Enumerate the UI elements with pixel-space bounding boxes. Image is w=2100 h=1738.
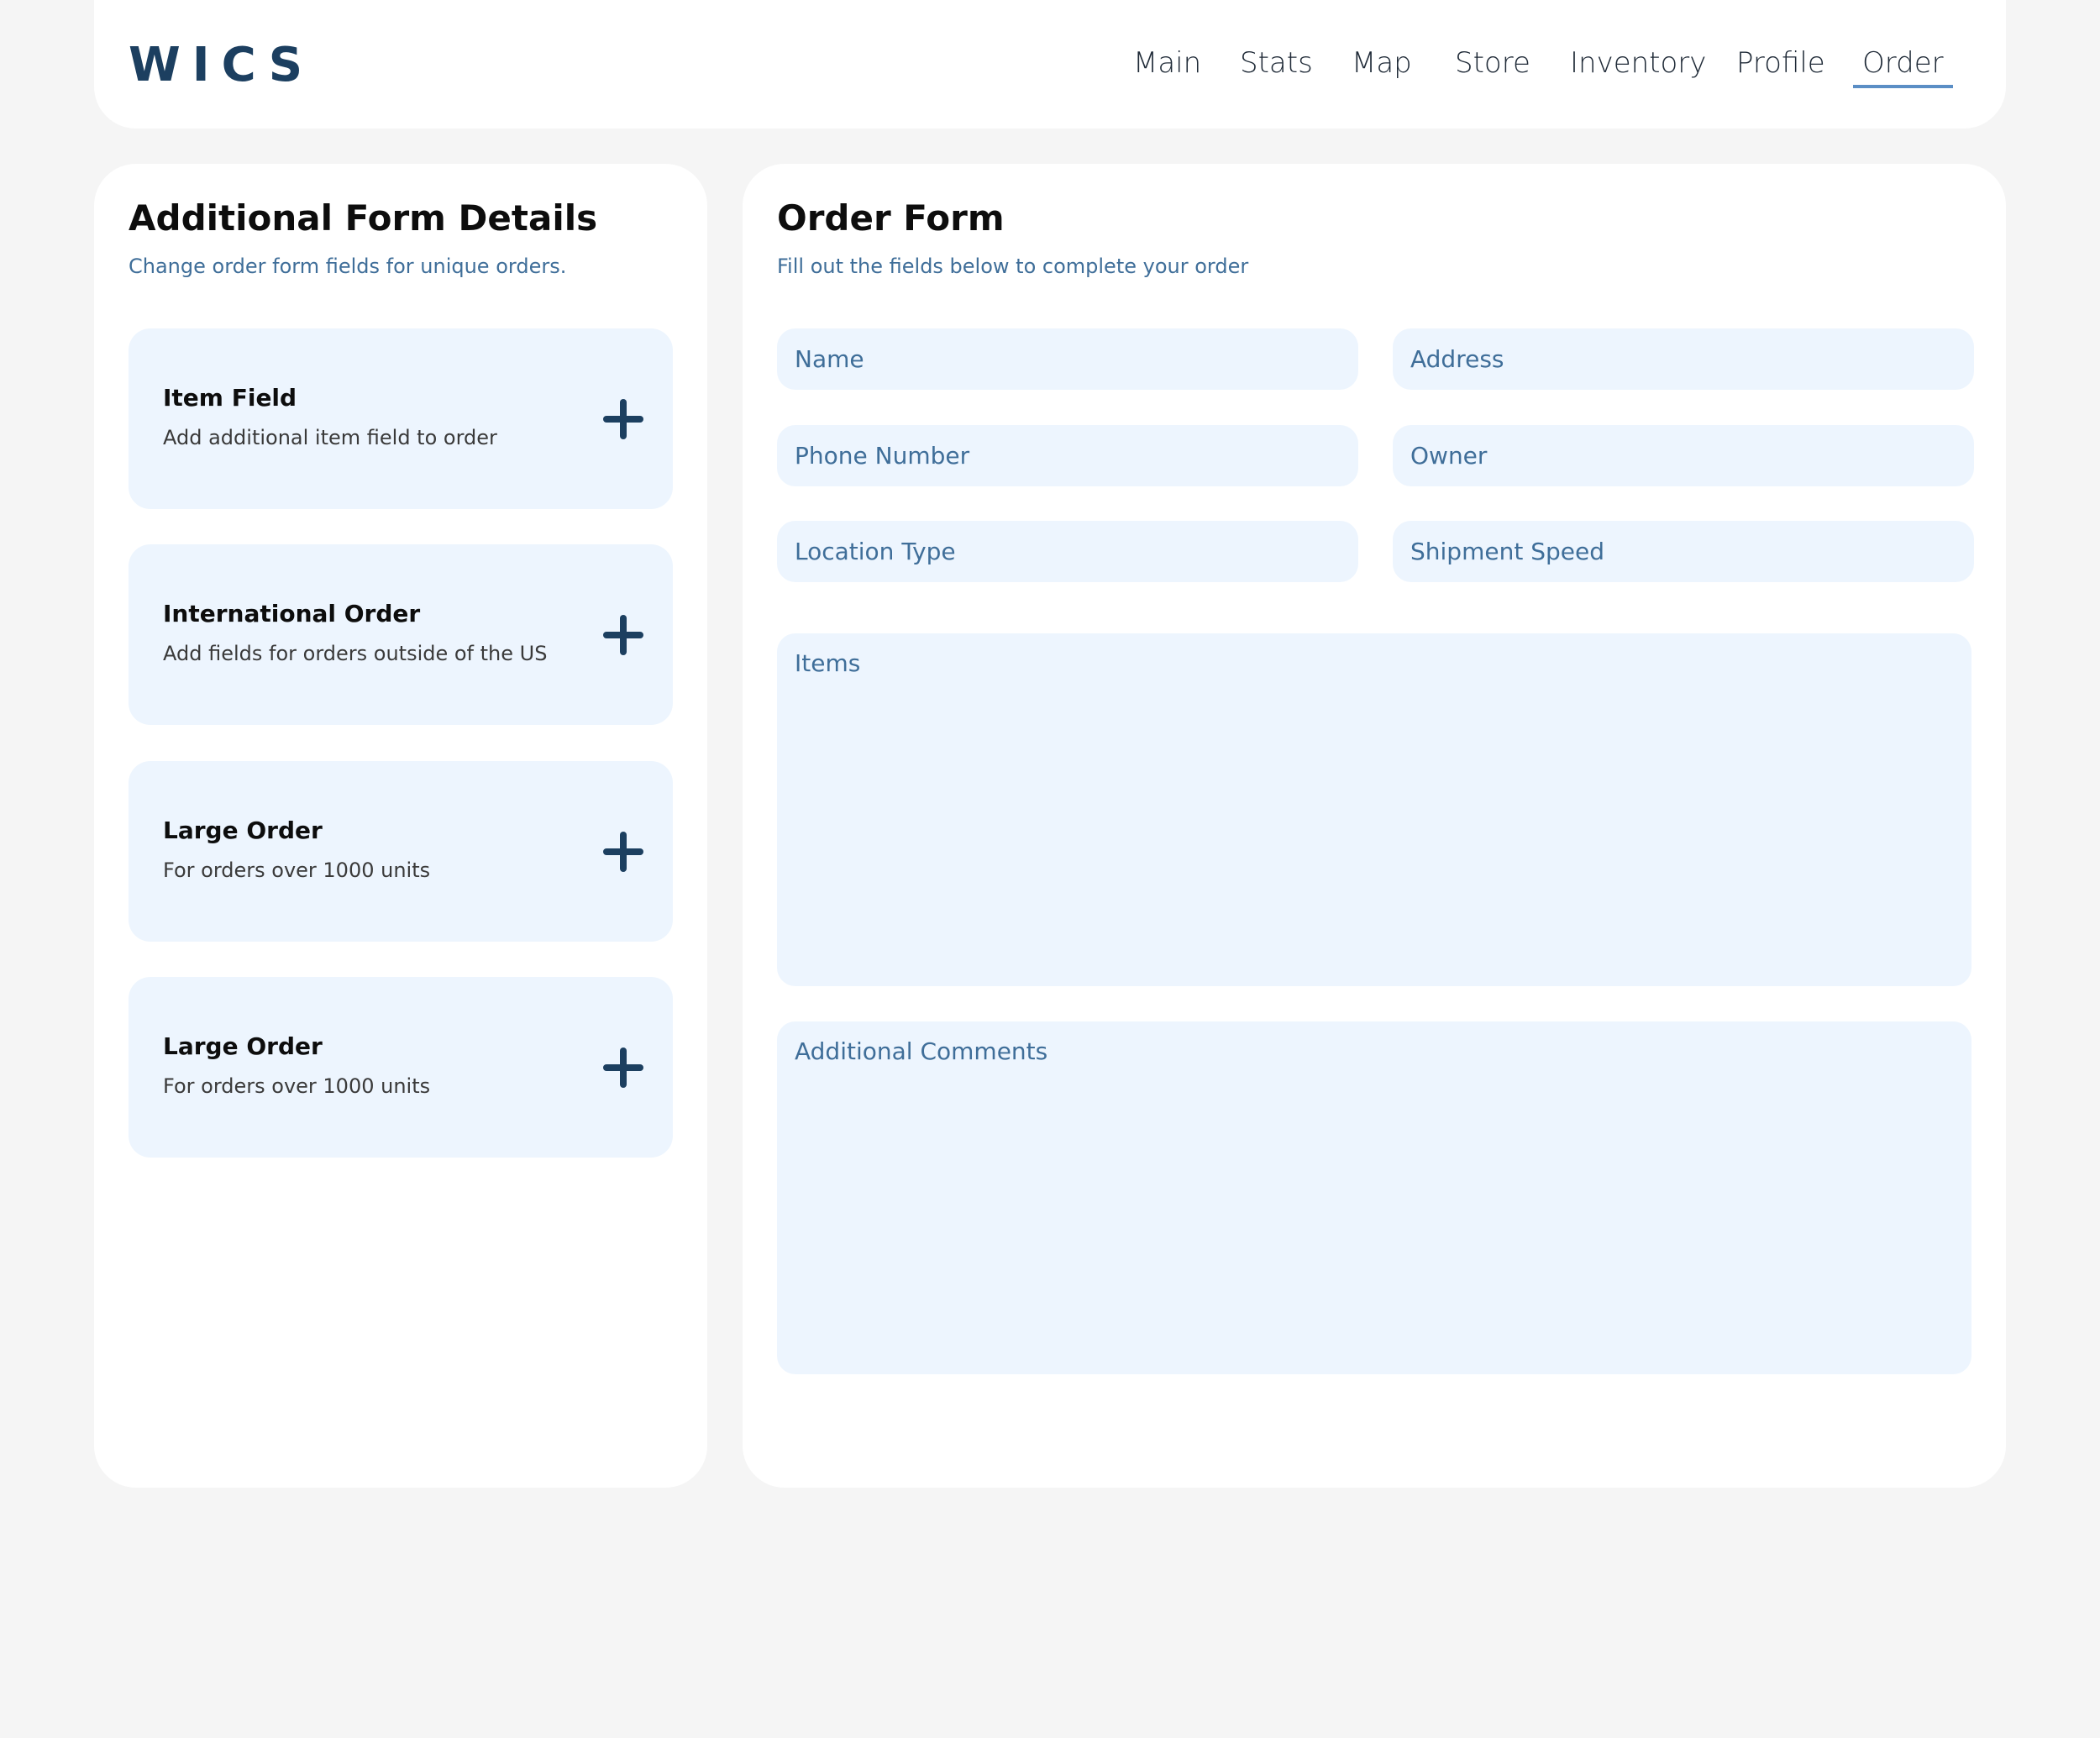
nav-profile[interactable]: Profile bbox=[1736, 44, 1825, 87]
nav-main[interactable]: Main bbox=[1133, 44, 1201, 87]
order-form-panel: Order Form Fill out the fields below to … bbox=[743, 164, 2006, 1488]
option-card-international-order[interactable]: International Order Add fields for order… bbox=[129, 544, 673, 725]
option-card-item-field[interactable]: Item Field Add additional item field to … bbox=[129, 328, 673, 509]
card-title: Item Field bbox=[163, 384, 297, 412]
nav-store[interactable]: Store bbox=[1455, 44, 1530, 87]
option-card-large-order-2[interactable]: Large Order For orders over 1000 units bbox=[129, 977, 673, 1158]
plus-icon[interactable] bbox=[603, 399, 643, 439]
nav-map[interactable]: Map bbox=[1352, 44, 1412, 87]
app-logo[interactable]: WICS bbox=[129, 42, 314, 89]
nav-order[interactable]: Order bbox=[1853, 44, 1953, 88]
card-title: Large Order bbox=[163, 816, 323, 844]
plus-icon[interactable] bbox=[603, 1048, 643, 1088]
card-description: For orders over 1000 units bbox=[163, 858, 431, 882]
location-type-input[interactable] bbox=[777, 521, 1358, 582]
top-header: WICS Main Stats Map Store Inventory Prof… bbox=[94, 0, 2006, 129]
address-input[interactable] bbox=[1393, 328, 1974, 390]
option-card-large-order[interactable]: Large Order For orders over 1000 units bbox=[129, 761, 673, 942]
additional-form-details-panel: Additional Form Details Change order for… bbox=[94, 164, 707, 1488]
card-title: Large Order bbox=[163, 1032, 323, 1060]
card-description: Add additional item field to order bbox=[163, 426, 497, 449]
items-textarea[interactable] bbox=[777, 633, 1971, 986]
card-description: Add fields for orders outside of the US bbox=[163, 642, 548, 665]
shipment-speed-input[interactable] bbox=[1393, 521, 1974, 582]
additional-comments-textarea[interactable] bbox=[777, 1021, 1971, 1374]
plus-icon[interactable] bbox=[603, 832, 643, 872]
owner-input[interactable] bbox=[1393, 425, 1974, 486]
phone-number-input[interactable] bbox=[777, 425, 1358, 486]
order-form-subtitle: Fill out the fields below to complete yo… bbox=[777, 255, 1249, 278]
card-title: International Order bbox=[163, 600, 421, 627]
panel-subtitle: Change order form fields for unique orde… bbox=[129, 255, 567, 278]
panel-title: Additional Form Details bbox=[129, 197, 598, 239]
nav-inventory[interactable]: Inventory bbox=[1570, 44, 1706, 87]
card-description: For orders over 1000 units bbox=[163, 1074, 431, 1098]
nav-stats[interactable]: Stats bbox=[1240, 44, 1313, 87]
name-input[interactable] bbox=[777, 328, 1358, 390]
plus-icon[interactable] bbox=[603, 615, 643, 655]
order-form-title: Order Form bbox=[777, 197, 1005, 239]
